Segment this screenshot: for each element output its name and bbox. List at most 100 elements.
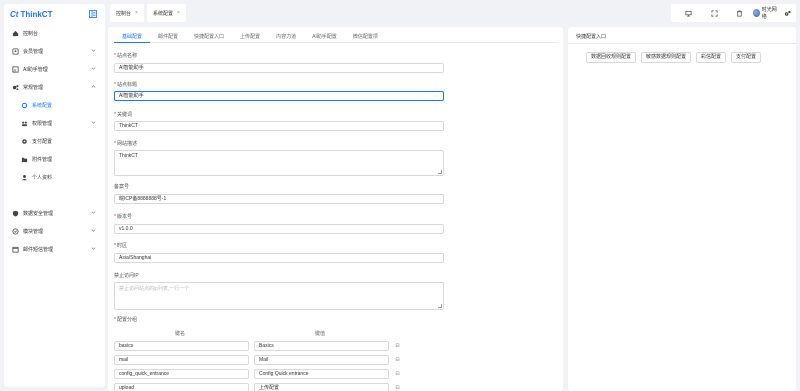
keywords-input[interactable]: ThinkCT: [114, 121, 444, 131]
gear-icon: [21, 138, 28, 145]
kv-key-input[interactable]: config_quick_entrance: [114, 369, 249, 379]
sidebar-item-label: 邮件短信管理: [23, 246, 54, 253]
tab-mail-config[interactable]: 邮件配置: [150, 31, 186, 43]
calendar-icon: [12, 246, 19, 253]
tab-basic-config[interactable]: 基础配置: [114, 31, 151, 43]
tab-label: 系统配置: [152, 10, 173, 17]
sidebar-item-label: 支付配置: [32, 138, 53, 145]
no-access-ip-label: 禁止访问IP: [114, 273, 139, 279]
description-label: *网站描述: [114, 141, 137, 147]
avatar[interactable]: [752, 9, 760, 17]
delete-row-icon[interactable]: ⊟: [394, 357, 401, 364]
quick-entry-panel: 快捷配置入口 数据回收规则配置 敏感数据规则配置 彩信配置 支付配置: [568, 27, 796, 391]
site-title-input[interactable]: AI智能助手: [114, 91, 444, 101]
tab-dashboard[interactable]: 控制台 ×: [110, 4, 144, 22]
sidebar-item-modules[interactable]: 模块管理: [4, 224, 105, 238]
sidebar-item-system-config[interactable]: 系统配置: [4, 98, 105, 112]
keywords-label: *关键词: [114, 112, 132, 118]
chevron-down-icon: [91, 228, 96, 235]
sidebar-item-dashboard[interactable]: 控制台: [4, 26, 105, 40]
sidebar-item-label: 会员管理: [23, 48, 44, 55]
shield-icon: [12, 210, 19, 217]
chevron-down-icon: [91, 120, 96, 127]
close-icon[interactable]: ×: [177, 10, 180, 16]
svg-text:A: A: [14, 68, 17, 72]
kv-key-input[interactable]: mail: [114, 355, 249, 365]
config-form-panel: 基础配置 邮件配置 快捷配置入口 上传配置 内容力道 AI助手配置 微信配置项 …: [108, 27, 563, 391]
tab-quick-entry-config[interactable]: 快捷配置入口: [186, 31, 232, 43]
page-tabs: 控制台 × 系统配置 ×: [110, 4, 186, 22]
sidebar-item-ai-assistant[interactable]: A AI助手管理: [4, 62, 105, 76]
sidebar-item-label: 模块管理: [23, 228, 44, 235]
menu-collapse-icon[interactable]: [89, 10, 97, 18]
kv-value-input[interactable]: Basics: [254, 341, 389, 351]
delete-row-icon[interactable]: ⊟: [394, 343, 401, 350]
clear-cache-icon[interactable]: [727, 10, 753, 17]
sidebar-item-label: 权限管理: [32, 120, 53, 127]
settings-gear-icon[interactable]: [784, 10, 791, 17]
tab-upload-config[interactable]: 上传配置: [232, 31, 268, 43]
timezone-label: *时区: [114, 243, 127, 249]
sidebar-item-payment[interactable]: 支付配置: [4, 134, 105, 148]
sidebar-item-attachments[interactable]: 附件管理: [4, 152, 105, 166]
close-icon[interactable]: ×: [135, 10, 138, 16]
fullscreen-icon[interactable]: [702, 10, 728, 17]
dot-icon: [21, 102, 28, 109]
chevron-down-icon: [91, 48, 96, 55]
sidebar-item-label: AI助手管理: [23, 66, 48, 73]
site-name-label: *站点名称: [114, 53, 137, 59]
record-no-input[interactable]: 皖ICP备8888888号-1: [114, 194, 444, 204]
sidebar: Ct ThinkCT 控制台 会员管理 A AI助手管理 常规管理 系统配置 权…: [4, 4, 105, 387]
quick-entry-button[interactable]: 数据回收规则配置: [586, 52, 637, 63]
sidebar-item-permissions[interactable]: 权限管理: [4, 116, 105, 130]
sidebar-item-members[interactable]: 会员管理: [4, 44, 105, 58]
record-no-label: 备案号: [114, 184, 130, 190]
quick-entry-button[interactable]: 彩信配置: [696, 52, 727, 63]
version-label: *版本号: [114, 214, 132, 220]
kv-key-input[interactable]: upload: [114, 383, 249, 391]
sidebar-item-label: 系统配置: [32, 102, 53, 109]
logo-text: ThinkCT: [20, 10, 53, 19]
topbar-actions: 时光网络: [671, 4, 796, 22]
sidebar-item-mail-sms[interactable]: 邮件短信管理: [4, 242, 105, 256]
tab-content-config[interactable]: 内容力道: [268, 31, 304, 43]
config-group-label: *配置分组: [114, 317, 137, 323]
chevron-down-icon: [91, 246, 96, 253]
timezone-input[interactable]: Asia/Shanghai: [114, 253, 444, 263]
kv-value-header: 键值: [315, 331, 326, 337]
no-access-ip-textarea[interactable]: 禁止访问站点的ip列表,一行一个: [114, 282, 444, 310]
quick-entry-button[interactable]: 支付配置: [731, 52, 762, 63]
sidebar-item-general[interactable]: 常规管理: [4, 80, 105, 94]
chevron-up-icon: [91, 84, 96, 91]
users-icon: [12, 47, 19, 55]
chevron-down-icon: [91, 210, 96, 217]
tab-ai-assistant-config[interactable]: AI助手配置: [304, 31, 345, 43]
folder-icon: [21, 156, 28, 163]
logo-mark: Ct: [10, 10, 19, 19]
kv-value-input[interactable]: Config Quick entrance: [254, 369, 389, 379]
kv-value-input[interactable]: 上传配置: [254, 383, 389, 391]
monitor-icon[interactable]: [676, 10, 702, 17]
group-icon: [21, 120, 28, 127]
cogs-icon: [12, 84, 19, 91]
kv-value-input[interactable]: Mail: [254, 355, 389, 365]
site-name-input[interactable]: AI智能助手: [114, 63, 444, 73]
description-textarea[interactable]: ThinkCT: [114, 150, 444, 176]
quick-entry-button[interactable]: 敏感数据规则配置: [641, 52, 692, 63]
divider: [568, 43, 796, 44]
version-input[interactable]: v1.0.0: [114, 224, 444, 234]
tab-wechat-config[interactable]: 微信配置项: [345, 31, 386, 43]
tab-system-config[interactable]: 系统配置 ×: [146, 4, 186, 22]
delete-row-icon[interactable]: ⊟: [394, 385, 401, 391]
sidebar-item-label: 附件管理: [32, 156, 53, 163]
home-icon: [12, 30, 19, 37]
sidebar-item-profile[interactable]: 个人资料: [4, 170, 105, 184]
sidebar-item-label: 数据安全管理: [23, 210, 54, 217]
logo[interactable]: Ct ThinkCT: [10, 10, 52, 19]
user-name[interactable]: 时光网络: [762, 6, 780, 20]
robot-icon: A: [12, 65, 19, 73]
kv-key-input[interactable]: basics: [114, 341, 249, 351]
delete-row-icon[interactable]: ⊟: [394, 371, 401, 378]
sidebar-item-label: 控制台: [23, 30, 39, 37]
sidebar-item-data-security[interactable]: 数据安全管理: [4, 206, 105, 220]
